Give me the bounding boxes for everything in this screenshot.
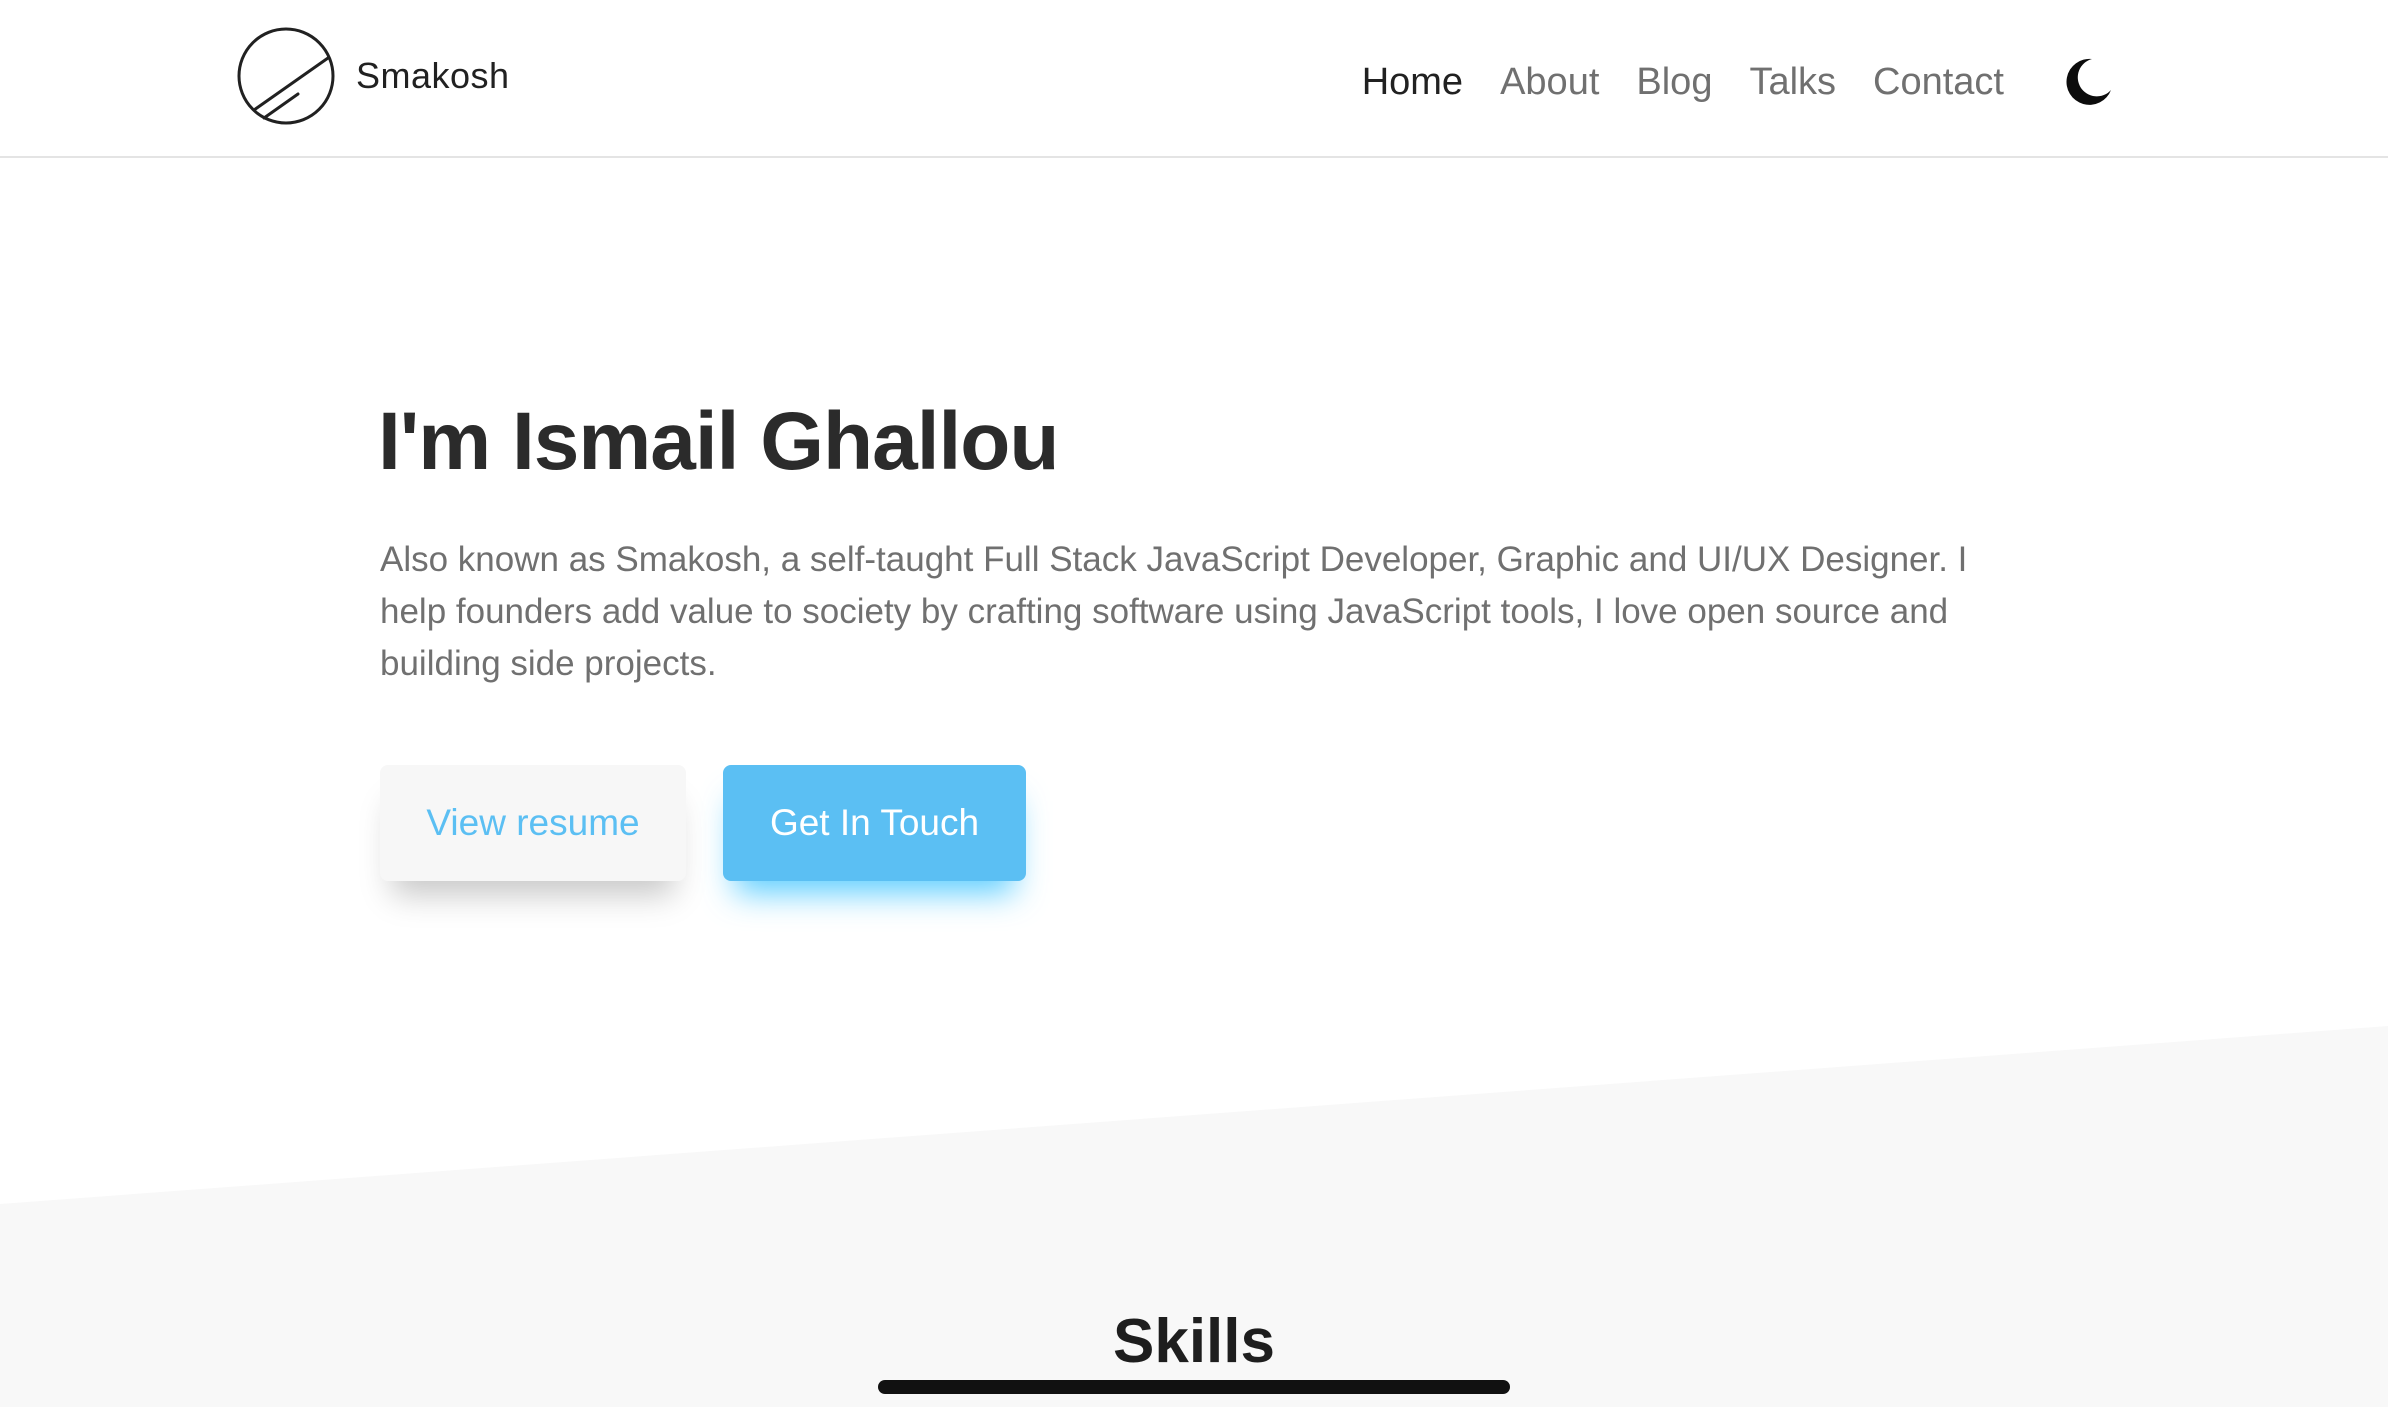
brand-logo-link[interactable]: Smakosh (236, 26, 510, 126)
skills-heading: Skills (1113, 1307, 1275, 1376)
home-indicator-bar[interactable] (878, 1380, 1510, 1394)
site-header: Smakosh Home About Blog Talks Contact (0, 0, 2388, 158)
smakosh-logo-icon (237, 27, 335, 125)
skills-section-background (0, 1026, 2388, 1407)
hero-title: I'm Ismail Ghallou (378, 396, 1059, 487)
nav-item-home[interactable]: Home (1362, 58, 1463, 106)
get-in-touch-button[interactable]: Get In Touch (723, 765, 1026, 881)
moon-icon (2066, 58, 2111, 105)
page: Smakosh Home About Blog Talks Contact I'… (0, 0, 2388, 1407)
brand-name: Smakosh (356, 55, 510, 96)
nav-item-talks[interactable]: Talks (1749, 58, 1836, 106)
main-nav: Home About Blog Talks Contact (1325, 58, 2004, 106)
hero-description: Also known as Smakosh, a self-taught Ful… (380, 540, 1968, 683)
nav-item-blog[interactable]: Blog (1636, 58, 1712, 106)
nav-item-about[interactable]: About (1500, 58, 1599, 106)
theme-toggle-button[interactable] (2062, 56, 2114, 108)
nav-item-contact[interactable]: Contact (1873, 58, 2004, 106)
view-resume-button[interactable]: View resume (380, 765, 686, 881)
